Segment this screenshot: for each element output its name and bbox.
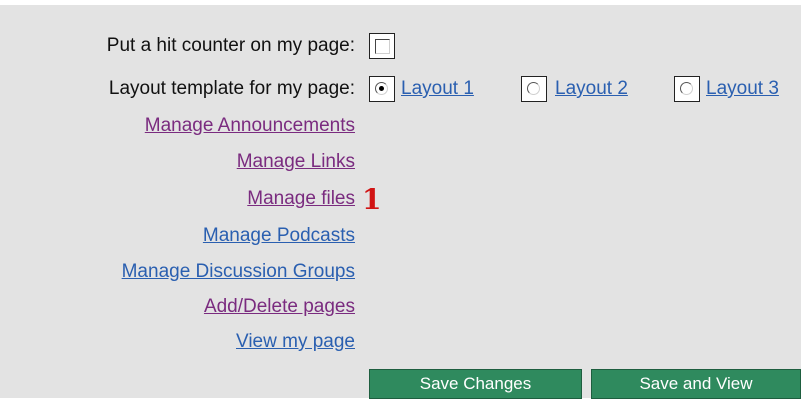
annotation-marker: 1 (362, 183, 382, 216)
links-row: Manage Links (0, 148, 801, 176)
save-and-view-button[interactable]: Save and View (591, 369, 801, 399)
layout-2-link[interactable]: Layout 2 (555, 75, 628, 103)
radio-unchecked-icon (527, 82, 540, 95)
links-row: Manage files (0, 185, 801, 213)
layout-template-row: Layout template for my page: Layout 1 La… (0, 75, 801, 103)
settings-panel: Put a hit counter on my page: Layout tem… (0, 5, 801, 399)
manage-podcasts-link[interactable]: Manage Podcasts (203, 222, 355, 250)
layout-1-link[interactable]: Layout 1 (401, 75, 474, 103)
view-my-page-link[interactable]: View my page (236, 328, 355, 356)
layout-3-radio[interactable] (674, 76, 700, 102)
manage-announcements-link[interactable]: Manage Announcements (145, 112, 355, 140)
radio-checked-icon (375, 82, 388, 95)
radio-unchecked-icon (680, 82, 693, 95)
save-changes-button[interactable]: Save Changes (369, 369, 582, 399)
links-row: Manage Discussion Groups (0, 258, 801, 286)
links-row: Add/Delete pages (0, 293, 801, 321)
links-row: Manage Podcasts (0, 222, 801, 250)
layout-3-link[interactable]: Layout 3 (706, 75, 779, 103)
links-row: View my page (0, 328, 801, 356)
hit-counter-checkbox[interactable] (369, 33, 395, 59)
layout-template-label: Layout template for my page: (108, 78, 355, 99)
manage-links-link[interactable]: Manage Links (237, 148, 355, 176)
layout-2-radio[interactable] (521, 76, 547, 102)
layout-1-radio[interactable] (369, 76, 395, 102)
hit-counter-row: Put a hit counter on my page: (0, 32, 801, 60)
manage-files-link[interactable]: Manage files (247, 185, 355, 213)
manage-discussion-groups-link[interactable]: Manage Discussion Groups (122, 258, 355, 286)
add-delete-pages-link[interactable]: Add/Delete pages (204, 293, 355, 321)
links-row: Manage Announcements (0, 112, 801, 140)
hit-counter-label: Put a hit counter on my page: (106, 35, 355, 56)
